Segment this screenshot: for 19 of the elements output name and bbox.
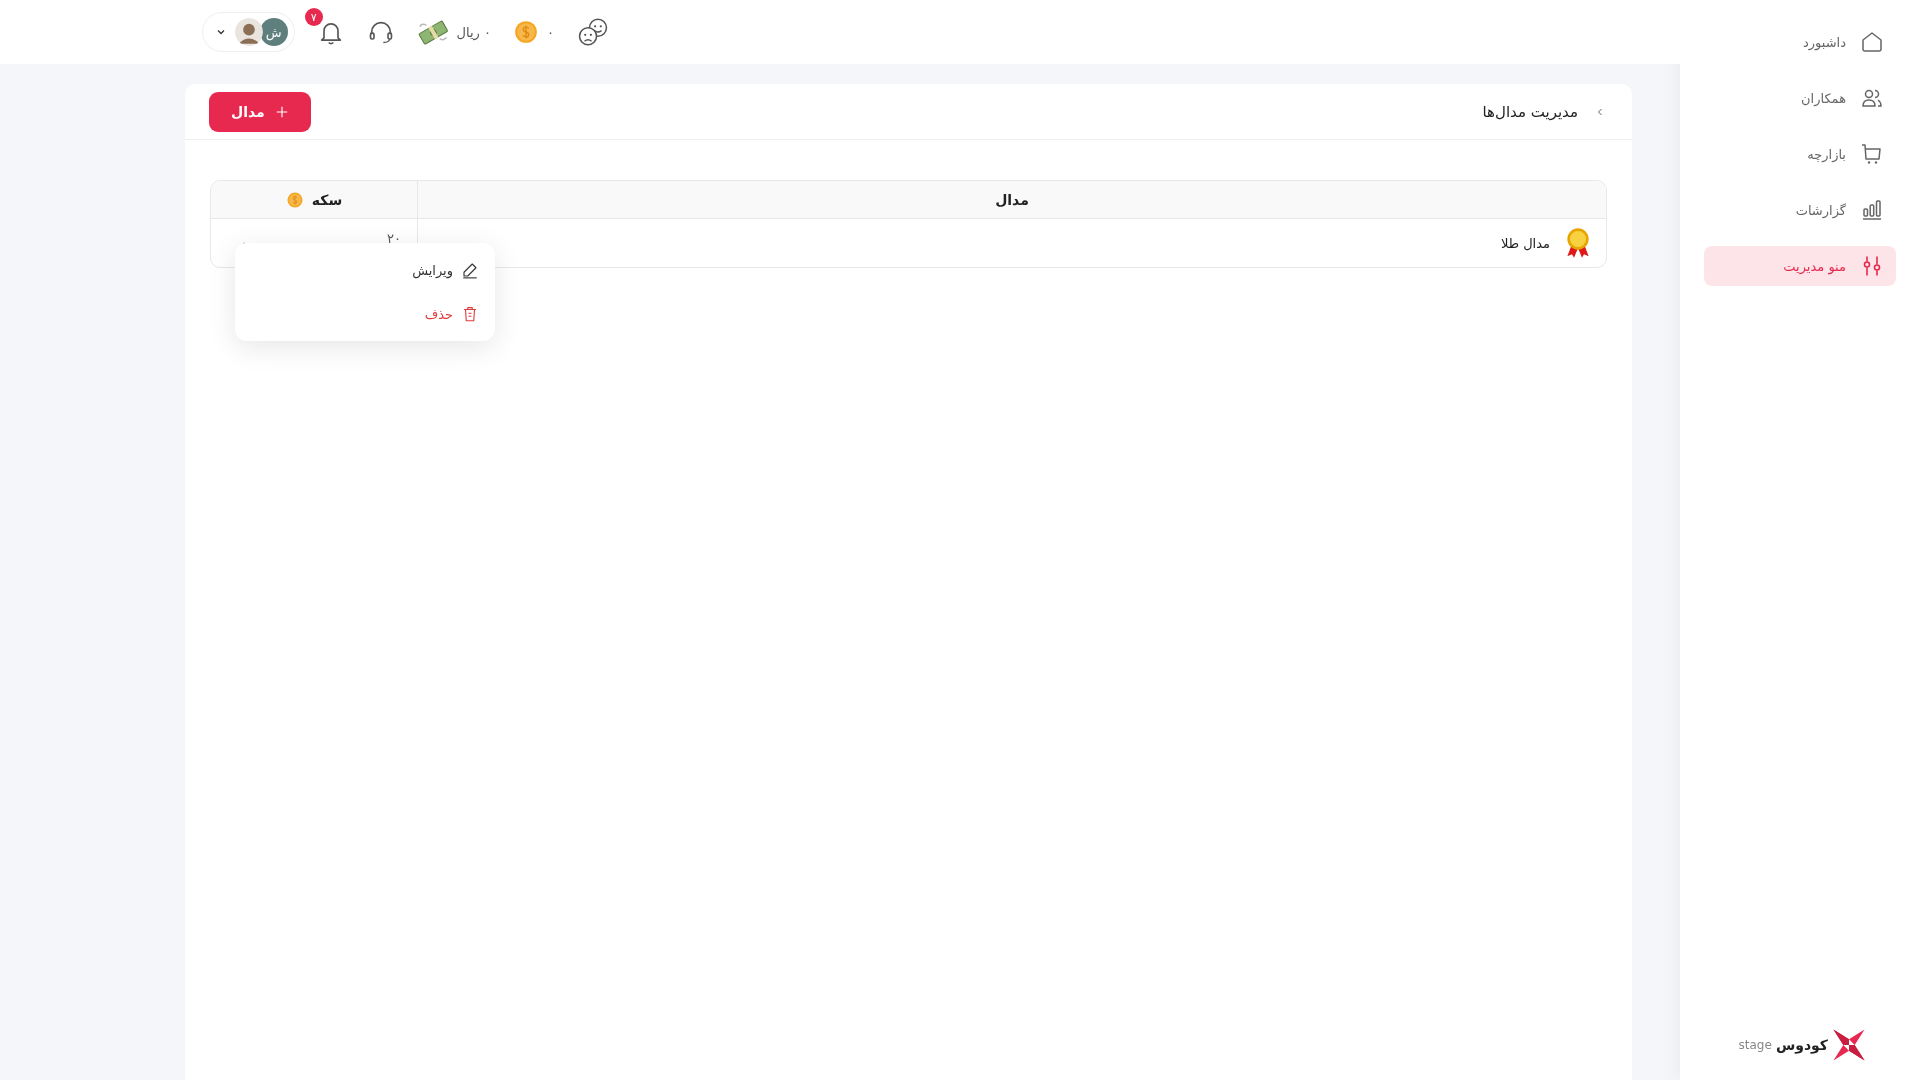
page-title: مدیریت مدال‌ها [1482, 102, 1578, 121]
table-cell: مدال طلا [1500, 235, 1550, 251]
rial-balance: ۰ ریال [456, 24, 491, 40]
menu-item[interactable]: ویرایش [251, 261, 479, 279]
add-medal-button[interactable]: مدال [209, 91, 311, 132]
table-cell: ۲۰ [387, 231, 401, 246]
sidebar-item[interactable]: گزارشات [1704, 190, 1896, 230]
sidebar-item[interactable]: داشبورد [1704, 22, 1896, 62]
environment-label: stage [1738, 1038, 1772, 1052]
brand-name: کودوس [1775, 1037, 1828, 1053]
coin-balance: ۰ [547, 24, 554, 40]
user-initial: ش [259, 18, 288, 46]
sidebar-item[interactable]: همکاران [1704, 78, 1896, 118]
menu-item[interactable]: حذف [251, 305, 479, 323]
column-header: سکه [311, 191, 343, 208]
sidebar-item[interactable]: منو مدیریت [1704, 246, 1896, 286]
sidebar-item[interactable]: بازارچه [1704, 134, 1896, 174]
column-header: مدال [994, 190, 1030, 210]
notification-badge: ۷ [304, 8, 323, 26]
